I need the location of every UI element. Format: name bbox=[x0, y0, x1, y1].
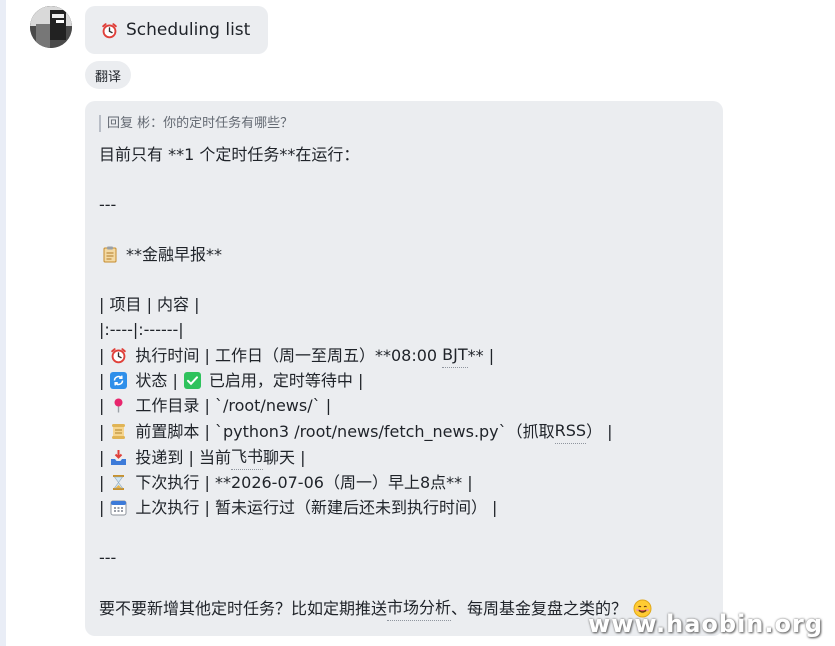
avatar[interactable] bbox=[30, 6, 72, 48]
clipboard-icon bbox=[101, 246, 118, 263]
check-icon bbox=[183, 372, 201, 389]
refresh-icon bbox=[110, 372, 128, 389]
inbox-tray-icon bbox=[110, 449, 127, 466]
watermark: www.haobin.org bbox=[588, 610, 823, 638]
reply-intro: 目前只有 **1 个定时任务**在运行： bbox=[99, 145, 360, 164]
task-name: **金融早报** bbox=[126, 245, 223, 264]
separator-2: --- bbox=[99, 548, 117, 567]
message-bubble-reply[interactable]: 回复 彬：你的定时任务有哪些？ 目前只有 **1 个定时任务**在运行： ---… bbox=[85, 101, 723, 636]
scroll-icon bbox=[110, 423, 127, 440]
chat-pane: Scheduling list 翻译 回复 彬：你的定时任务有哪些？ 目前只有 … bbox=[0, 0, 835, 646]
table-row: | 工作目录 | `/root/news/` | bbox=[99, 396, 332, 415]
translate-button[interactable]: 翻译 bbox=[85, 61, 132, 89]
pin-icon bbox=[110, 397, 127, 414]
table-row: | 前置脚本 | `python3 /root/news/fetch_news.… bbox=[99, 418, 707, 444]
table-align: |:----|:------| bbox=[99, 320, 184, 339]
table-row: | 上次执行 | 暂未运行过（新建后还未到执行时间） | bbox=[99, 498, 498, 517]
table-row: | 下次执行 | **2026-07-06（周一）早上8点** | bbox=[99, 473, 473, 492]
calendar-icon bbox=[110, 499, 127, 516]
table-row: | 投递到 | 当前 飞书 聊天 | bbox=[99, 444, 707, 470]
table-row: | 执行时间 | 工作日（周一至周五）**08:00 BJT ** | bbox=[99, 342, 707, 368]
alarm-clock-icon bbox=[110, 347, 127, 364]
table-row: | 状态 | 已启用，定时等待中 | bbox=[99, 371, 364, 390]
hourglass-icon bbox=[110, 474, 127, 491]
separator-1: --- bbox=[99, 195, 117, 214]
message-title-text: Scheduling list bbox=[126, 20, 251, 40]
task-name-line: **金融早报** bbox=[99, 242, 707, 267]
reply-quote[interactable]: 回复 彬：你的定时任务有哪些？ bbox=[99, 115, 707, 132]
table-header: | 项目 | 内容 | bbox=[99, 295, 200, 314]
left-rail bbox=[0, 0, 6, 646]
alarm-clock-icon bbox=[101, 20, 118, 40]
message-bubble-title[interactable]: Scheduling list bbox=[85, 6, 269, 54]
